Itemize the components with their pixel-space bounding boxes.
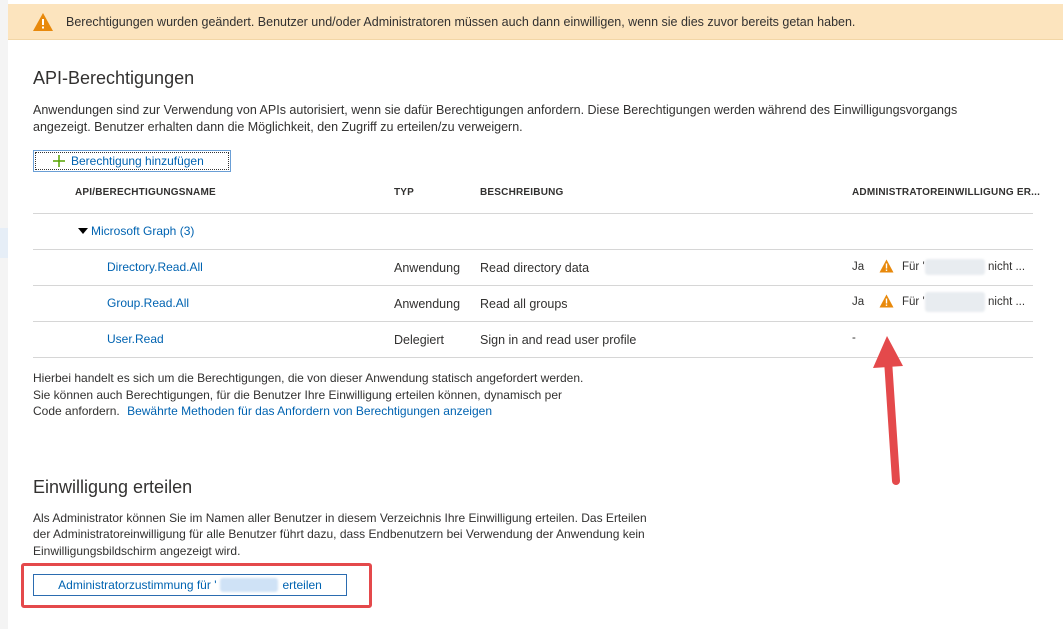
column-header-type[interactable]: TYP [394,187,414,198]
warning-icon [879,294,894,308]
permissions-changed-banner: Berechtigungen wurden geändert. Benutzer… [8,4,1063,40]
consent-status-prefix: Für ' [902,261,925,273]
group-microsoft-graph[interactable]: Microsoft Graph (3) [91,224,194,238]
grant-admin-consent-prefix: Administratorzustimmung für ' [58,578,217,592]
table-divider [33,321,1033,322]
caret-down-icon[interactable] [78,228,88,234]
static-permissions-note-line2: Sie können auch Berechtigungen, für die … [33,388,562,402]
admin-consent-required: Ja [852,296,865,308]
table-divider [33,357,1033,358]
api-permissions-description-line1: Anwendungen sind zur Verwendung von APIs… [33,103,958,117]
column-header-name[interactable]: API/BERECHTIGUNGSNAME [75,187,216,198]
add-permission-button-label: Berechtigung hinzufügen [71,154,204,168]
permission-description: Read directory data [480,261,590,275]
grant-admin-consent-suffix: erteilen [282,578,322,592]
column-header-description[interactable]: BESCHREIBUNG [480,187,564,198]
grant-consent-description-line1: Als Administrator können Sie im Namen al… [33,511,647,525]
permission-name-link[interactable]: User.Read [107,332,164,346]
admin-consent-required: - [852,332,856,344]
api-permissions-title: API-Berechtigungen [33,68,195,88]
warning-icon [33,12,53,31]
permission-type: Delegiert [394,333,445,347]
admin-consent-required: Ja [852,261,865,273]
consent-status-prefix: Für ' [902,296,925,308]
permission-name-link[interactable]: Group.Read.All [107,296,189,310]
column-header-admin-consent[interactable]: ADMINISTRATOREINWILLIGUNG ER... [852,187,1040,198]
table-divider [33,249,1033,250]
table-divider [33,285,1033,286]
left-panel-edge [0,0,8,629]
static-permissions-note-line3: Code anfordern. Bewährte Methoden für da… [33,403,492,420]
plus-icon [53,155,65,167]
grant-consent-description-line2: der Administratoreinwilligung für alle B… [33,527,645,541]
redacted-tenant-name [925,259,985,275]
grant-consent-title: Einwilligung erteilen [33,477,193,497]
api-permissions-description-line2: angezeigt. Benutzer erhalten dann die Mö… [33,120,523,134]
banner-message: Berechtigungen wurden geändert. Benutzer… [66,14,856,29]
permission-description: Sign in and read user profile [480,333,637,347]
redacted-tenant-name [220,578,279,592]
warning-icon [879,259,894,273]
table-divider [33,213,1033,214]
add-permission-button[interactable]: Berechtigung hinzufügen [33,150,231,172]
static-permissions-note-text: Code anfordern. [33,404,120,418]
grant-admin-consent-button[interactable]: Administratorzustimmung für ' erteilen [33,574,347,596]
permission-type: Anwendung [394,261,461,275]
consent-status-suffix: nicht ... [988,296,1026,308]
best-practices-link[interactable]: Bewährte Methoden für das Anfordern von … [127,404,492,418]
grant-consent-description-line3: Einwilligungsbildschirm angezeigt wird. [33,544,241,558]
redacted-tenant-name [925,292,985,312]
left-panel-selection-marker [0,228,8,258]
static-permissions-note-line1: Hierbei handelt es sich um die Berechtig… [33,371,584,385]
permission-description: Read all groups [480,297,568,311]
permission-name-link[interactable]: Directory.Read.All [107,260,203,274]
permission-type: Anwendung [394,297,461,311]
consent-status-suffix: nicht ... [988,261,1026,273]
